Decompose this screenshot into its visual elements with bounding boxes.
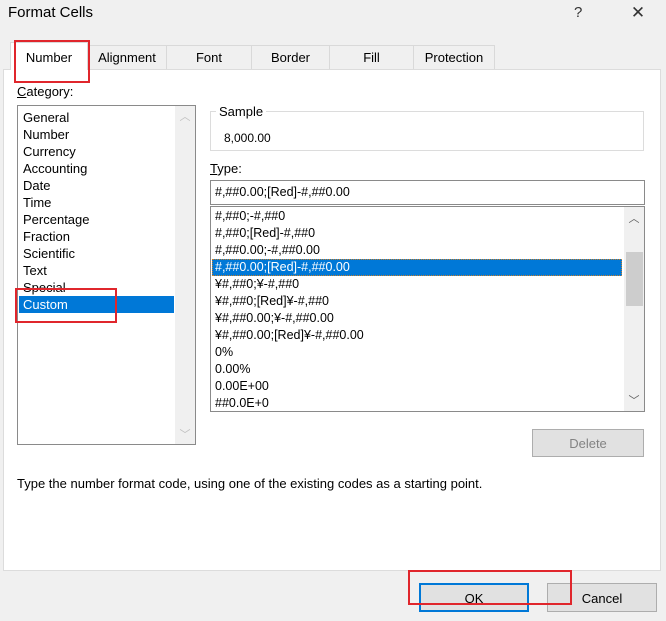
type-scrollbar[interactable]: ︿ ﹀ bbox=[624, 207, 644, 411]
description-text: Type the number format code, using one o… bbox=[17, 476, 483, 491]
category-item-time[interactable]: Time bbox=[19, 194, 174, 211]
type-list-item[interactable]: ¥#,##0;¥-#,##0 bbox=[212, 276, 622, 293]
category-label: Category: bbox=[17, 84, 74, 99]
help-button[interactable]: ? bbox=[574, 4, 582, 21]
tab-number[interactable]: Number bbox=[10, 42, 88, 70]
sample-value: 8,000.00 bbox=[224, 131, 271, 145]
type-list-item[interactable]: ¥#,##0;[Red]¥-#,##0 bbox=[212, 293, 622, 310]
category-item-custom[interactable]: Custom bbox=[19, 296, 174, 313]
type-list-item[interactable]: #,##0.00;-#,##0.00 bbox=[212, 242, 622, 259]
tab-alignment[interactable]: Alignment bbox=[87, 45, 167, 69]
category-item-number[interactable]: Number bbox=[19, 126, 174, 143]
type-list-item[interactable]: ¥#,##0.00;¥-#,##0.00 bbox=[212, 310, 622, 327]
tab-protection[interactable]: Protection bbox=[413, 45, 495, 69]
type-list-item[interactable]: ¥#,##0.00;[Red]¥-#,##0.00 bbox=[212, 327, 622, 344]
type-list-item[interactable]: #,##0;-#,##0 bbox=[212, 208, 622, 225]
tab-border[interactable]: Border bbox=[251, 45, 330, 69]
type-list-item[interactable]: ##0.0E+0 bbox=[212, 395, 622, 412]
cancel-button[interactable]: Cancel bbox=[547, 583, 657, 612]
category-item-fraction[interactable]: Fraction bbox=[19, 228, 174, 245]
category-item-currency[interactable]: Currency bbox=[19, 143, 174, 160]
delete-button[interactable]: Delete bbox=[532, 429, 644, 457]
scroll-up-icon[interactable]: ︿ bbox=[624, 210, 644, 226]
tab-fill[interactable]: Fill bbox=[329, 45, 414, 69]
close-icon: ✕ bbox=[630, 3, 646, 22]
type-list-item[interactable]: 0.00% bbox=[212, 361, 622, 378]
type-list-item[interactable]: 0.00E+00 bbox=[212, 378, 622, 395]
category-scrollbar[interactable]: ︿ ﹀ bbox=[175, 106, 195, 444]
tab-font[interactable]: Font bbox=[166, 45, 252, 69]
category-item-percentage[interactable]: Percentage bbox=[19, 211, 174, 228]
scrollbar-thumb[interactable] bbox=[626, 252, 643, 306]
scroll-up-icon[interactable]: ︿ bbox=[175, 108, 195, 124]
category-item-date[interactable]: Date bbox=[19, 177, 174, 194]
category-item-accounting[interactable]: Accounting bbox=[19, 160, 174, 177]
type-input[interactable]: #,##0.00;[Red]-#,##0.00 bbox=[210, 180, 645, 205]
type-list-item[interactable]: #,##0;[Red]-#,##0 bbox=[212, 225, 622, 242]
category-item-text[interactable]: Text bbox=[19, 262, 174, 279]
category-item-general[interactable]: General bbox=[19, 109, 174, 126]
type-label: Type: bbox=[210, 161, 242, 176]
type-list-item[interactable]: 0% bbox=[212, 344, 622, 361]
dialog-title: Format Cells bbox=[8, 4, 94, 21]
sample-title: Sample bbox=[216, 104, 267, 119]
category-list[interactable]: Custom Special Text Scientific Fraction Perce… bbox=[17, 105, 196, 445]
scroll-down-icon[interactable]: ﹀ bbox=[624, 392, 644, 408]
ok-button[interactable]: OK bbox=[419, 583, 529, 612]
type-list-item[interactable]: #,##0.00;[Red]-#,##0.00 bbox=[212, 259, 622, 276]
category-item-special[interactable]: Special bbox=[19, 279, 174, 296]
scroll-down-icon[interactable]: ﹀ bbox=[175, 426, 195, 442]
type-list[interactable]: ##0.0E+0 0.00E+00 0.00% 0% ¥#,##0.00;[Red]¥-… bbox=[210, 206, 645, 412]
sample-group bbox=[210, 111, 644, 151]
category-item-scientific[interactable]: Scientific bbox=[19, 245, 174, 262]
close-button[interactable]: ✕ bbox=[628, 3, 648, 23]
